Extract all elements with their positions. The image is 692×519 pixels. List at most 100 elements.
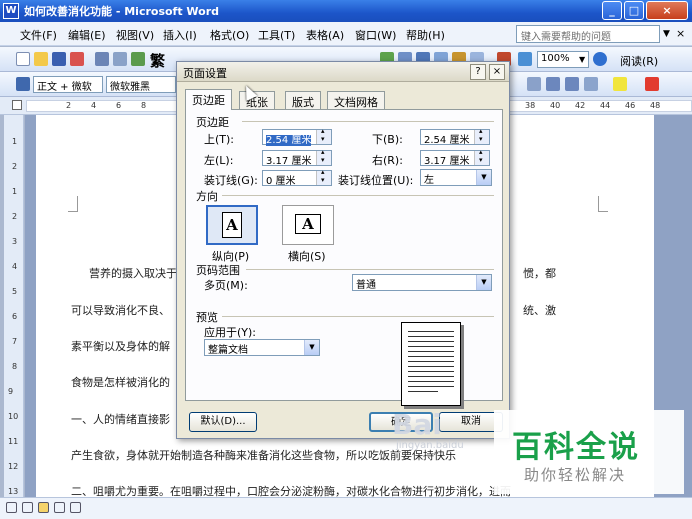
menu-format[interactable]: 格式(O) (210, 27, 249, 43)
font-select[interactable]: 微软雅黑 (106, 76, 176, 93)
group-divider (222, 195, 494, 196)
help-search-input[interactable]: 键入需要帮助的问题 (516, 25, 660, 43)
new-doc-icon[interactable] (16, 52, 30, 66)
close-button[interactable]: × (646, 1, 688, 20)
default-button[interactable]: 默认(D)... (189, 412, 257, 432)
style-select[interactable]: 正文 + 微软 (33, 76, 103, 93)
brand-watermark: 百科全说 助你轻松解决 (494, 410, 684, 494)
portrait-option[interactable]: A (206, 205, 258, 245)
window-title: 如何改善消化功能 - Microsoft Word (24, 5, 220, 18)
print-icon[interactable] (95, 52, 109, 66)
bottom-margin-spinner[interactable] (474, 127, 489, 144)
dialog-help-button[interactable]: ? (470, 64, 486, 80)
landscape-label: 横向(S) (288, 250, 326, 263)
gutter-spinner[interactable] (316, 168, 331, 185)
doc-line: 可以导致消化不良、 (71, 304, 170, 317)
landscape-option[interactable]: A (282, 205, 334, 245)
doc-line: 素平衡以及身体的解 (71, 340, 170, 353)
tab-document-grid[interactable]: 文档网格 (327, 91, 385, 109)
outline-view-icon[interactable] (54, 502, 65, 513)
chevron-down-icon[interactable]: ▼ (476, 275, 491, 290)
dialog-titlebar: 页面设置 ? × (177, 62, 509, 82)
ruler-number: 9 (8, 387, 14, 396)
web-view-icon[interactable] (22, 502, 33, 513)
ruler-number: 12 (8, 462, 19, 471)
permission-icon[interactable] (70, 52, 84, 66)
tab-selector-icon[interactable] (12, 100, 22, 110)
menu-tools[interactable]: 工具(T) (258, 27, 295, 43)
multiple-pages-select[interactable]: 普通 ▼ (352, 274, 492, 291)
show-hide-icon[interactable] (518, 52, 532, 66)
numbering-icon[interactable] (546, 77, 560, 91)
gutter-position-label: 装订线位置(U): (338, 174, 414, 187)
apply-to-select[interactable]: 整篇文档 ▼ (204, 339, 320, 356)
line-spacing-icon[interactable] (527, 77, 541, 91)
dialog-title: 页面设置 (183, 67, 227, 80)
reading-view-icon[interactable] (70, 502, 81, 513)
view-buttons-bar (0, 497, 692, 519)
traditional-chinese-button[interactable]: 繁 (150, 50, 165, 71)
menu-edit[interactable]: 编辑(E) (68, 27, 106, 43)
tab-layout[interactable]: 版式 (285, 91, 321, 109)
normal-view-icon[interactable] (6, 502, 17, 513)
ruler-number: 6 (116, 101, 122, 110)
read-mode-button[interactable]: 阅读(R) (620, 53, 658, 69)
apply-to-value: 整篇文档 (208, 345, 248, 356)
tab-margins[interactable]: 页边距 (185, 89, 232, 110)
close-document-icon[interactable]: × (676, 27, 685, 40)
chevron-down-icon[interactable]: ▼ (304, 340, 319, 355)
menu-file[interactable]: 文件(F) (20, 27, 57, 43)
margin-corner-mark (598, 196, 608, 212)
margin-corner-mark (68, 196, 78, 212)
vertical-ruler: 1 2 1 2 3 4 5 6 7 8 9 10 11 12 13 (4, 115, 24, 497)
dialog-close-button[interactable]: × (489, 64, 505, 80)
menu-help[interactable]: 帮助(H) (406, 27, 445, 43)
multiple-pages-value: 普通 (356, 280, 376, 291)
apply-to-label: 应用于(Y): (204, 326, 257, 339)
group-divider (242, 121, 494, 122)
help-dropdown-icon[interactable]: ▼ (663, 29, 670, 39)
baidu-watermark-text: Bai (392, 408, 442, 441)
zoom-dropdown-icon[interactable]: ▼ (579, 55, 585, 64)
font-color-icon[interactable] (645, 77, 659, 91)
ruler-number: 10 (8, 412, 19, 421)
ruler-number: 2 (66, 101, 72, 110)
left-margin-spinner[interactable] (316, 148, 331, 165)
print-view-icon[interactable] (38, 502, 49, 513)
maximize-button[interactable]: □ (624, 1, 644, 20)
menu-window[interactable]: 窗口(W) (355, 27, 396, 43)
save-icon[interactable] (52, 52, 66, 66)
help-icon[interactable] (593, 52, 607, 66)
portrait-icon: A (222, 212, 242, 238)
right-margin-spinner[interactable] (474, 148, 489, 165)
page-preview (401, 322, 461, 406)
margins-group-label: 页边距 (196, 116, 229, 129)
bullets-icon[interactable] (565, 77, 579, 91)
landscape-icon: A (295, 214, 321, 234)
menu-insert[interactable]: 插入(I) (163, 27, 197, 43)
styles-icon[interactable] (16, 77, 30, 91)
spelling-icon[interactable] (131, 52, 145, 66)
word-app-icon: W (3, 3, 19, 19)
gutter-position-value: 左 (424, 175, 434, 186)
indent-icon[interactable] (584, 77, 598, 91)
gutter-label: 装订线(G): (204, 174, 258, 187)
open-icon[interactable] (34, 52, 48, 66)
gutter-position-select[interactable]: 左 ▼ (420, 169, 492, 186)
orientation-group-label: 方向 (196, 190, 218, 203)
ruler-number: 1 (12, 137, 18, 146)
menu-view[interactable]: 视图(V) (116, 27, 154, 43)
doc-line: 统、激 (523, 304, 556, 317)
print-preview-icon[interactable] (113, 52, 127, 66)
minimize-button[interactable]: _ (602, 1, 622, 20)
top-margin-spinner[interactable] (316, 127, 331, 144)
chevron-down-icon[interactable]: ▼ (476, 170, 491, 185)
ruler-number: 1 (12, 187, 18, 196)
top-margin-value: 2.54 厘米 (266, 135, 312, 146)
menu-table[interactable]: 表格(A) (306, 27, 344, 43)
doc-line: 一、人的情绪直接影 (71, 413, 170, 426)
highlight-icon[interactable] (613, 77, 627, 91)
left-margin-label: 左(L): (204, 154, 234, 167)
ruler-number: 8 (141, 101, 147, 110)
doc-line: 食物是怎样被消化的 (71, 376, 170, 389)
